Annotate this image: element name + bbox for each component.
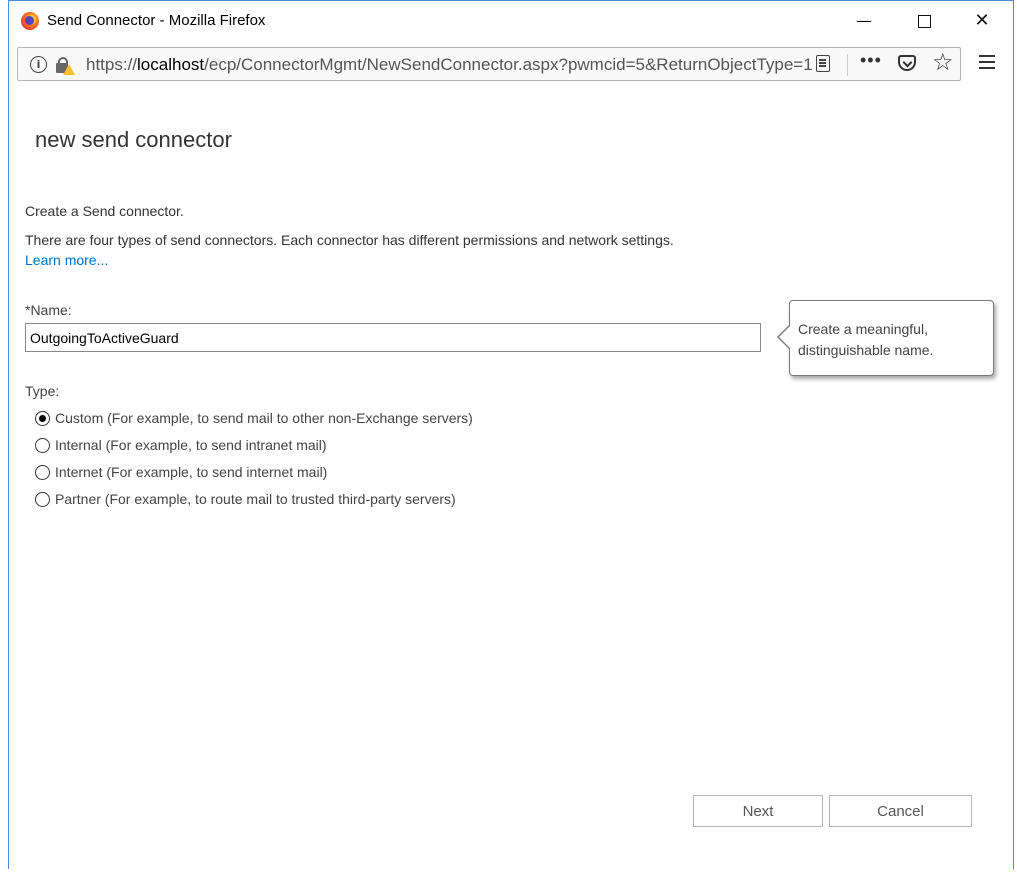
- url-bar[interactable]: i https://localhost/ecp/ConnectorMgmt/Ne…: [17, 47, 961, 81]
- url-host: localhost: [137, 55, 205, 74]
- intro-text: Create a Send connector.: [25, 203, 184, 219]
- radio-button-custom[interactable]: [35, 410, 50, 426]
- radio-button-partner[interactable]: [35, 491, 50, 507]
- url-separator: [847, 54, 848, 76]
- window-title: Send Connector - Mozilla Firefox: [47, 12, 266, 29]
- firefox-logo-icon: [21, 12, 39, 30]
- name-input[interactable]: [25, 323, 761, 352]
- close-button[interactable]: ✕: [959, 7, 1005, 35]
- radio-option-internet[interactable]: Internet (For example, to send internet …: [35, 462, 327, 482]
- page-title: new send connector: [35, 127, 232, 152]
- radio-button-internet[interactable]: [35, 464, 50, 480]
- title-bar: Send Connector - Mozilla Firefox — ✕: [9, 1, 1013, 41]
- radio-button-internal[interactable]: [35, 437, 50, 453]
- next-button[interactable]: Next: [693, 795, 823, 827]
- minimize-button[interactable]: —: [841, 7, 887, 35]
- description-text: There are four types of send connectors.…: [25, 232, 674, 248]
- radio-option-internal[interactable]: Internal (For example, to send intranet …: [35, 435, 327, 455]
- url-scheme: https://: [86, 55, 138, 74]
- info-icon[interactable]: i: [30, 56, 47, 73]
- type-label: Type:: [25, 383, 60, 399]
- url-path: /ecp/ConnectorMgmt/NewSendConnector.aspx…: [204, 55, 813, 74]
- navigation-bar: i https://localhost/ecp/ConnectorMgmt/Ne…: [9, 41, 1013, 90]
- radio-label-internal: Internal (For example, to send intranet …: [55, 437, 327, 453]
- name-label: *Name:: [25, 302, 72, 318]
- radio-option-custom[interactable]: Custom (For example, to send mail to oth…: [35, 408, 473, 428]
- url-text[interactable]: https://localhost/ecp/ConnectorMgmt/NewS…: [86, 55, 816, 75]
- maximize-button[interactable]: [901, 7, 947, 35]
- bookmark-star-icon[interactable]: ☆: [932, 48, 954, 76]
- hamburger-menu-icon[interactable]: [979, 55, 995, 57]
- cancel-button[interactable]: Cancel: [829, 795, 972, 827]
- learn-more-link[interactable]: Learn more...: [25, 252, 108, 268]
- dialog-content: new send connector Create a Send connect…: [9, 89, 1013, 869]
- pocket-icon[interactable]: [898, 55, 916, 71]
- maximize-icon: [917, 15, 931, 28]
- radio-label-internet: Internet (For example, to send internet …: [55, 464, 328, 480]
- radio-label-partner: Partner (For example, to route mail to t…: [55, 491, 456, 507]
- callout-text: Create a meaningful, distinguishable nam…: [798, 321, 934, 358]
- name-hint-callout: Create a meaningful, distinguishable nam…: [777, 300, 994, 376]
- browser-window: Send Connector - Mozilla Firefox — ✕ i h…: [8, 0, 1014, 869]
- insecure-lock-icon[interactable]: [55, 56, 75, 75]
- radio-option-partner[interactable]: Partner (For example, to route mail to t…: [35, 489, 456, 509]
- radio-label-custom: Custom (For example, to send mail to oth…: [55, 410, 473, 426]
- page-actions-more-icon[interactable]: •••: [860, 50, 882, 71]
- reader-view-icon[interactable]: [816, 55, 830, 72]
